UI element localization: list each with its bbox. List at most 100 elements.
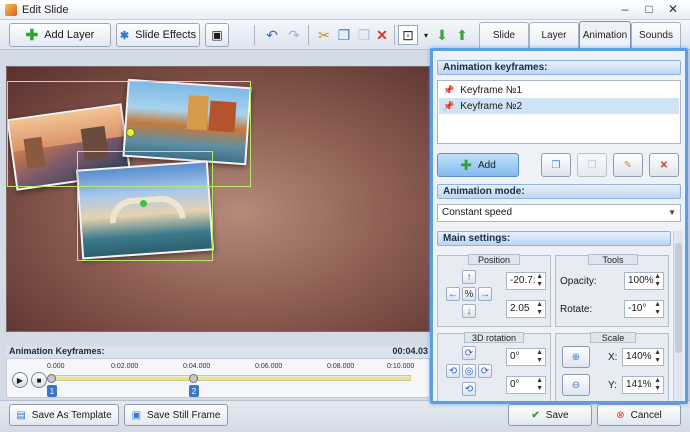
save-still-frame-button[interactable]: ▣ Save Still Frame bbox=[124, 404, 228, 426]
paste-keyframe-button[interactable]: ❒ bbox=[577, 153, 607, 177]
keyframe-label: Keyframe №2 bbox=[460, 100, 523, 112]
timeline[interactable]: ▶ ■ 0.000 0:02.000 0:04.000 0:06.000 0:0… bbox=[6, 358, 430, 398]
spin-arrows-icon[interactable]: ▲ ▼ bbox=[536, 301, 543, 317]
keyframe-marker-1[interactable] bbox=[47, 374, 56, 383]
plus-icon: ✚ bbox=[25, 27, 39, 44]
arrow-down-icon[interactable]: ↓ bbox=[462, 304, 476, 318]
rotate-up-icon[interactable]: ⟳ bbox=[462, 346, 476, 360]
add-keyframe-button[interactable]: ✚ Add bbox=[437, 153, 519, 177]
brush-icon: ✎ bbox=[623, 159, 633, 171]
list-item[interactable]: 📌 Keyframe №2 bbox=[439, 98, 679, 114]
scale-y-label: Y: bbox=[608, 380, 617, 391]
keyframe-badge-2: 2 bbox=[189, 385, 199, 397]
center-point[interactable] bbox=[140, 200, 147, 207]
save-label: Save bbox=[545, 409, 569, 421]
anchor-point[interactable] bbox=[126, 128, 135, 137]
cancel-button[interactable]: ⊗ Cancel bbox=[597, 404, 681, 426]
play-button[interactable]: ▶ bbox=[12, 372, 28, 388]
tab-slide[interactable]: Slide bbox=[479, 22, 529, 48]
rotate-down-icon[interactable]: ⟲ bbox=[462, 382, 476, 396]
position-x-value: -20.7: bbox=[510, 275, 536, 286]
rotate-field[interactable]: -10° ▲ ▼ bbox=[624, 300, 664, 318]
delete-icon[interactable]: ✕ bbox=[372, 25, 392, 45]
save-as-template-button[interactable]: ▤ Save As Template bbox=[9, 404, 119, 426]
scale-x-field[interactable]: 140% ▲ ▼ bbox=[622, 348, 664, 366]
scale-x-value: 140% bbox=[626, 351, 652, 362]
opacity-field[interactable]: 100% ▲ ▼ bbox=[624, 272, 664, 290]
redo-icon[interactable]: ↷ bbox=[284, 25, 304, 45]
paste-icon[interactable]: ❒ bbox=[354, 25, 374, 45]
cancel-icon: ⊗ bbox=[616, 409, 625, 421]
tick-label: 0:02.000 bbox=[111, 363, 139, 370]
add-layer-button[interactable]: ✚ Add Layer bbox=[9, 23, 111, 47]
spin-arrows-icon[interactable]: ▲ ▼ bbox=[654, 301, 661, 317]
scale-y-field[interactable]: 141% ▲ ▼ bbox=[622, 376, 664, 394]
position-x-field[interactable]: -20.7: ▲ ▼ bbox=[506, 272, 546, 290]
spin-arrows-icon[interactable]: ▲ ▼ bbox=[536, 349, 543, 365]
delete-keyframe-button[interactable]: ✕ bbox=[649, 153, 679, 177]
stop-button[interactable]: ■ bbox=[31, 372, 47, 388]
scale-x-label: X: bbox=[608, 352, 618, 363]
spin-arrows-icon[interactable]: ▲ ▼ bbox=[654, 349, 661, 365]
cut-icon[interactable]: ✂ bbox=[314, 25, 334, 45]
list-item[interactable]: 📌 Keyframe №1 bbox=[439, 82, 679, 98]
copy-icon: ❐ bbox=[551, 159, 561, 171]
keyframe-marker-2[interactable] bbox=[189, 374, 198, 383]
rotation-y-value: 0° bbox=[510, 379, 520, 390]
rotate-left-icon[interactable]: ⟲ bbox=[446, 364, 460, 378]
copy-keyframe-button[interactable]: ❐ bbox=[541, 153, 571, 177]
keyframe-list[interactable]: 📌 Keyframe №1 📌 Keyframe №2 bbox=[437, 80, 681, 144]
tab-sounds-label: Sounds bbox=[639, 30, 673, 41]
zoom-out-icon: ⊖ bbox=[571, 379, 581, 391]
keyframe-badge-1: 1 bbox=[47, 385, 57, 397]
slide-canvas[interactable] bbox=[6, 66, 430, 332]
percent-toggle[interactable]: % bbox=[462, 287, 476, 301]
rotation-x-value: 0° bbox=[510, 351, 520, 362]
rotate-value: -10° bbox=[628, 303, 647, 314]
animation-panel: Animation keyframes: 📌 Keyframe №1 📌 Key… bbox=[430, 48, 688, 404]
tab-layer[interactable]: Layer bbox=[529, 22, 579, 48]
timeline-time: 00:04.03 bbox=[392, 346, 428, 356]
copy-icon[interactable]: ❐ bbox=[334, 25, 354, 45]
undo-icon[interactable]: ↶ bbox=[262, 25, 282, 45]
tick-label: 0:10.000 bbox=[387, 363, 415, 370]
spin-arrows-icon[interactable]: ▲ ▼ bbox=[536, 377, 543, 393]
app-icon bbox=[5, 3, 17, 16]
zoom-in-icon: ⊕ bbox=[571, 351, 581, 363]
fit-icon[interactable]: ⊡ bbox=[398, 25, 418, 45]
tab-layer-label: Layer bbox=[541, 30, 567, 41]
save-button[interactable]: ✔ Save bbox=[508, 404, 592, 426]
panel-scrollbar[interactable] bbox=[673, 231, 683, 401]
minimize-icon[interactable]: – bbox=[614, 1, 636, 17]
spin-arrows-icon[interactable]: ▲ ▼ bbox=[654, 273, 661, 289]
maximize-icon[interactable]: □ bbox=[638, 1, 660, 17]
arrow-up-icon[interactable]: ↑ bbox=[462, 270, 476, 284]
reset-keyframe-button[interactable]: ✎ bbox=[613, 153, 643, 177]
layer-settings-button[interactable]: ▣ bbox=[205, 23, 229, 47]
tab-animation[interactable]: Animation bbox=[579, 21, 631, 49]
keyframe-label: Keyframe №1 bbox=[460, 84, 523, 96]
spin-arrows-icon[interactable]: ▲ ▼ bbox=[536, 273, 543, 289]
position-y-field[interactable]: 2.05 ▲ ▼ bbox=[506, 300, 546, 318]
move-up-icon[interactable]: ⬆ bbox=[452, 25, 472, 45]
tab-sounds[interactable]: Sounds bbox=[631, 22, 681, 48]
plus-icon: ✚ bbox=[460, 156, 472, 173]
zoom-in-button[interactable]: ⊕ bbox=[562, 346, 590, 368]
zoom-out-button[interactable]: ⊖ bbox=[562, 374, 590, 396]
arrow-left-icon[interactable]: ← bbox=[446, 287, 460, 301]
rotate-right-icon[interactable]: ⟳ bbox=[478, 364, 492, 378]
spin-arrows-icon[interactable]: ▲ ▼ bbox=[654, 377, 661, 393]
rotate-center-icon[interactable]: ◎ bbox=[462, 364, 476, 378]
move-down-icon[interactable]: ⬇ bbox=[432, 25, 452, 45]
animation-mode-select[interactable]: Constant speed ▼ bbox=[437, 204, 681, 222]
delete-icon: ✕ bbox=[659, 159, 669, 171]
bottom-bar: ▤ Save As Template ▣ Save Still Frame ✔ … bbox=[0, 400, 690, 432]
scrollbar-thumb[interactable] bbox=[675, 243, 682, 353]
opacity-value: 100% bbox=[628, 275, 654, 286]
rotation-y-field[interactable]: 0° ▲ ▼ bbox=[506, 376, 546, 394]
slide-effects-button[interactable]: ✱ Slide Effects bbox=[116, 23, 200, 47]
rotation-x-field[interactable]: 0° ▲ ▼ bbox=[506, 348, 546, 366]
arrow-right-icon[interactable]: → bbox=[478, 287, 492, 301]
timeline-header: Animation Keyframes: 00:04.03 bbox=[6, 346, 430, 358]
close-window-icon[interactable]: ✕ bbox=[662, 1, 684, 17]
